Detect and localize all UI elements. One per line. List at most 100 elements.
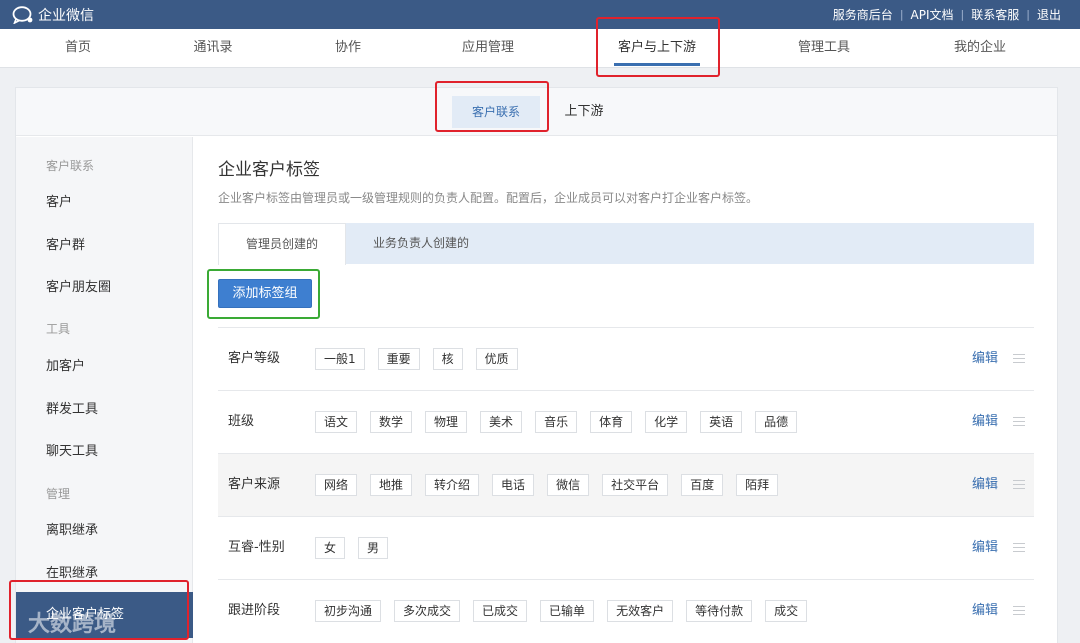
tag: 等待付款 xyxy=(686,600,753,622)
nav-label: 首页 xyxy=(64,40,91,55)
nav-label: 我的企业 xyxy=(953,40,1006,55)
nav-label: 通讯录 xyxy=(193,40,233,55)
app-name: 企业微信 xyxy=(38,7,94,24)
app-logo[interactable]: 企业微信 xyxy=(12,4,94,25)
nav-collaboration[interactable]: 协作 xyxy=(320,29,376,68)
tag-group-row: 客户等级 一般1 重要 核 优质 编辑 xyxy=(218,327,1034,390)
tag-group-row: 互睿-性别 女 男 编辑 xyxy=(218,516,1034,579)
sidebar-group-title: 工具 xyxy=(46,322,71,336)
tag-list: 网络 地推 转介绍 电话 微信 社交平台 百度 陌拜 xyxy=(315,474,791,496)
tag-group-name: 互睿-性别 xyxy=(228,540,285,555)
tag: 体育 xyxy=(590,411,633,433)
tag: 英语 xyxy=(700,411,743,433)
tag-group-row: 跟进阶段 初步沟通 多次成交 已成交 已输单 无效客户 等待付款 成交 编辑 xyxy=(218,579,1034,642)
nav-label: 管理工具 xyxy=(797,40,850,55)
tag: 女 xyxy=(315,537,346,559)
sidebar-item-onjob-transfer[interactable]: 在职继承 xyxy=(46,562,98,581)
tag-group-row: 客户来源 网络 地推 转介绍 电话 微信 社交平台 百度 陌拜 编辑 xyxy=(218,453,1034,516)
edit-link[interactable]: 编辑 xyxy=(972,391,998,453)
tag-group-name: 班级 xyxy=(228,414,255,429)
page-title: 企业客户标签 xyxy=(218,160,320,180)
tag-group-name: 跟进阶段 xyxy=(228,603,281,618)
link-contact-support[interactable]: 联系客服 xyxy=(964,6,1026,23)
tag-list: 女 男 xyxy=(315,537,401,559)
tag-group-name: 客户来源 xyxy=(228,477,281,492)
annotation-box-subtab xyxy=(435,81,549,132)
tag: 已成交 xyxy=(473,600,528,622)
top-bar: 企业微信 服务商后台 | API文档 | 联系客服 | 退出 xyxy=(0,0,1080,29)
annotation-box-add-button xyxy=(207,269,320,319)
tag: 微信 xyxy=(547,474,590,496)
tag: 已输单 xyxy=(540,600,595,622)
tag: 转介绍 xyxy=(425,474,480,496)
sidebar-item-customer-groups[interactable]: 客户群 xyxy=(46,234,85,253)
tag: 陌拜 xyxy=(736,474,779,496)
tag-list: 初步沟通 多次成交 已成交 已输单 无效客户 等待付款 成交 xyxy=(315,600,820,622)
tag: 数学 xyxy=(370,411,413,433)
tag: 地推 xyxy=(370,474,413,496)
tag: 优质 xyxy=(475,348,518,370)
tag: 百度 xyxy=(681,474,724,496)
tag: 品德 xyxy=(755,411,798,433)
sidebar-item-chat-tools[interactable]: 聊天工具 xyxy=(46,440,98,459)
drag-handle-icon[interactable] xyxy=(1013,354,1025,363)
tab-admin-created[interactable]: 管理员创建的 xyxy=(218,223,346,265)
watermark-text: 大数跨境 xyxy=(28,612,117,637)
drag-handle-icon[interactable] xyxy=(1013,417,1025,426)
tag: 电话 xyxy=(492,474,535,496)
tab-owner-created[interactable]: 业务负责人创建的 xyxy=(346,223,496,264)
tag: 初步沟通 xyxy=(315,600,382,622)
tag-list: 一般1 重要 核 优质 xyxy=(315,348,531,370)
link-logout[interactable]: 退出 xyxy=(1030,6,1068,23)
sidebar-item-moments[interactable]: 客户朋友圈 xyxy=(46,276,111,295)
sidebar-group-title: 管理 xyxy=(46,487,71,501)
nav-label: 应用管理 xyxy=(461,40,514,55)
tag-group-name: 客户等级 xyxy=(228,351,281,366)
tag: 一般1 xyxy=(315,348,365,370)
sidebar-item-resigned-transfer[interactable]: 离职继承 xyxy=(46,519,98,538)
main-panel: 客户联系 上下游 客户联系 客户 客户群 客户朋友圈 工具 加客户 群发工具 聊… xyxy=(15,87,1058,643)
page-description: 企业客户标签由管理员或一级管理规则的负责人配置。配置后，企业成员可以对客户打企业… xyxy=(218,191,759,205)
main-nav: 首页 通讯录 协作 应用管理 客户与上下游 管理工具 我的企业 xyxy=(0,29,1080,68)
tag: 成交 xyxy=(765,600,808,622)
tag: 美术 xyxy=(480,411,523,433)
tag-group-row: 班级 语文 数学 物理 美术 音乐 体育 化学 英语 品德 编辑 xyxy=(218,390,1034,453)
drag-handle-icon[interactable] xyxy=(1013,606,1025,615)
wecom-logo-icon xyxy=(12,5,33,24)
edit-link[interactable]: 编辑 xyxy=(972,454,998,516)
top-links: 服务商后台 | API文档 | 联系客服 | 退出 xyxy=(826,0,1068,29)
edit-link[interactable]: 编辑 xyxy=(972,328,998,390)
tag: 社交平台 xyxy=(602,474,669,496)
nav-admin-tools[interactable]: 管理工具 xyxy=(784,29,864,68)
edit-link[interactable]: 编辑 xyxy=(972,517,998,579)
sidebar-group-title: 客户联系 xyxy=(46,159,95,173)
sidebar-item-customers[interactable]: 客户 xyxy=(46,191,72,210)
tag: 音乐 xyxy=(535,411,578,433)
link-service-console[interactable]: 服务商后台 xyxy=(826,6,900,23)
tag: 物理 xyxy=(425,411,468,433)
tag: 化学 xyxy=(645,411,688,433)
link-api-docs[interactable]: API文档 xyxy=(904,6,961,23)
content-tabs: 管理员创建的 业务负责人创建的 xyxy=(218,223,1034,265)
tag: 语文 xyxy=(315,411,358,433)
nav-my-company[interactable]: 我的企业 xyxy=(940,29,1020,68)
nav-app-management[interactable]: 应用管理 xyxy=(448,29,528,68)
edit-link[interactable]: 编辑 xyxy=(972,580,998,642)
nav-contacts[interactable]: 通讯录 xyxy=(180,29,246,68)
nav-label: 协作 xyxy=(334,40,361,55)
drag-handle-icon[interactable] xyxy=(1013,543,1025,552)
tag: 多次成交 xyxy=(394,600,461,622)
sidebar-item-add-customer[interactable]: 加客户 xyxy=(46,355,85,374)
sidebar: 客户联系 客户 客户群 客户朋友圈 工具 加客户 群发工具 聊天工具 管理 离职… xyxy=(16,137,193,643)
tag: 男 xyxy=(358,537,389,559)
sidebar-item-broadcast[interactable]: 群发工具 xyxy=(46,398,98,417)
subtab-upstream-downstream[interactable]: 上下游 xyxy=(556,96,612,128)
tag: 核 xyxy=(432,348,463,370)
tag: 网络 xyxy=(315,474,358,496)
nav-home[interactable]: 首页 xyxy=(50,29,106,68)
drag-handle-icon[interactable] xyxy=(1013,480,1025,489)
annotation-box-nav xyxy=(596,17,720,77)
tag: 无效客户 xyxy=(607,600,674,622)
tag-list: 语文 数学 物理 美术 音乐 体育 化学 英语 品德 xyxy=(315,411,810,433)
tag: 重要 xyxy=(377,348,420,370)
